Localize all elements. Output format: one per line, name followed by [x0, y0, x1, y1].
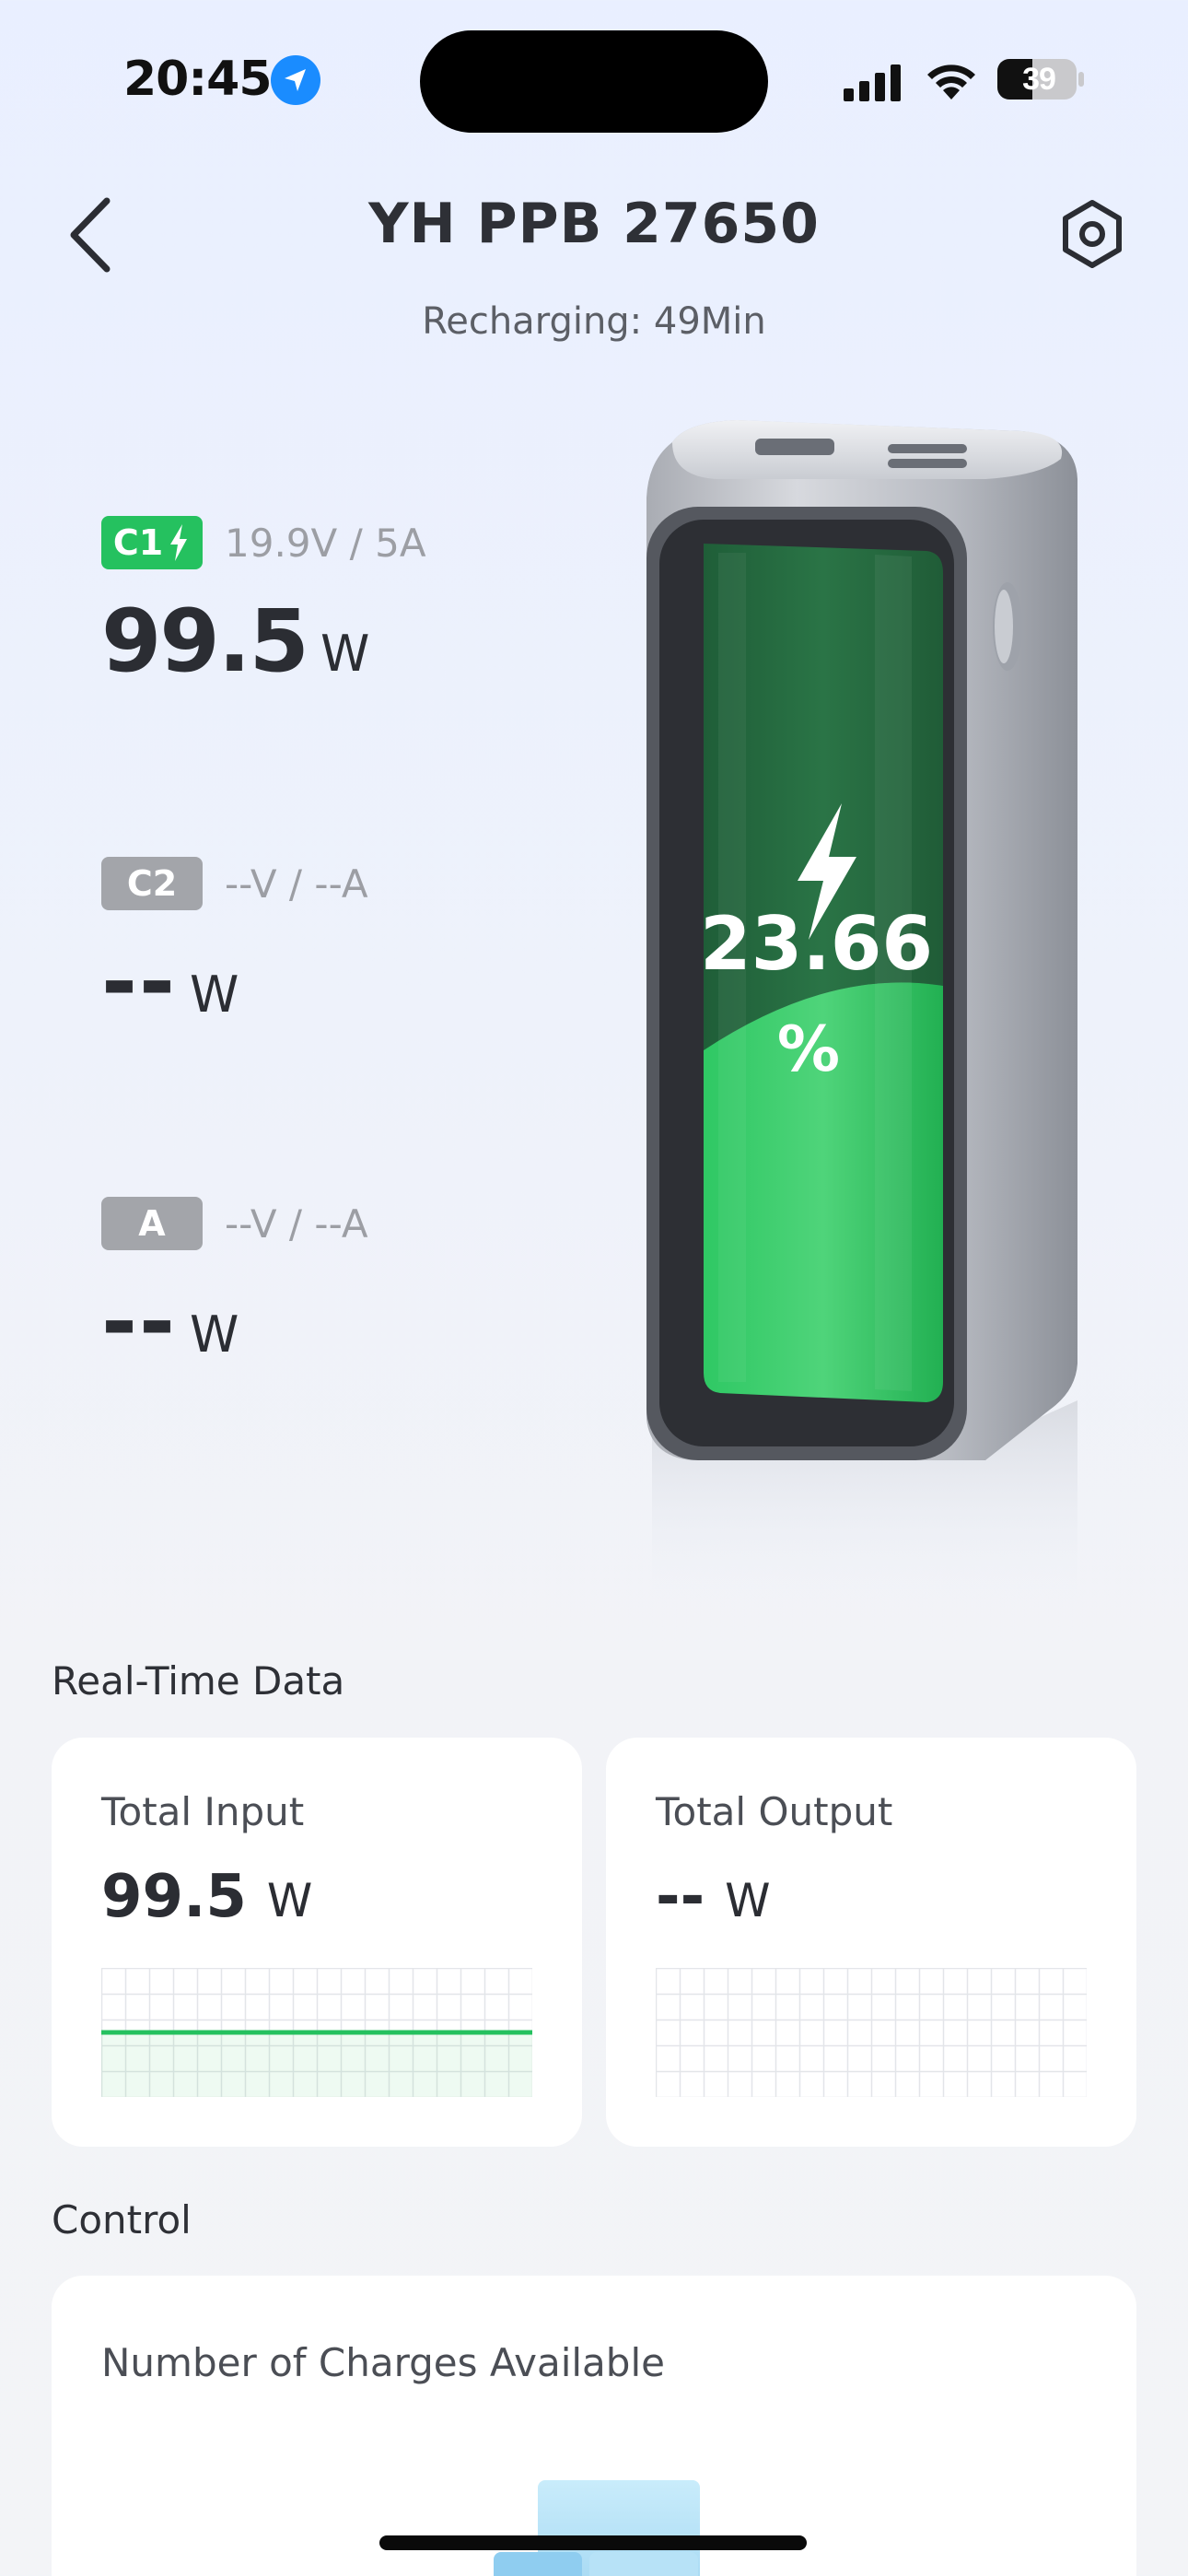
port-badge-c2: C2 — [101, 857, 203, 910]
port-name: C2 — [126, 863, 178, 904]
location-arrow-icon — [271, 55, 320, 105]
port-power-value: -- — [101, 1272, 178, 1373]
port-badge-c1: C1 — [101, 516, 203, 569]
home-indicator[interactable] — [379, 2535, 807, 2550]
power-bank-illustration — [646, 420, 1077, 1603]
recharge-status: Recharging: 49Min — [422, 300, 766, 343]
status-bar: 20:45 39 — [0, 0, 1188, 157]
input-trend-chart — [101, 1968, 532, 2097]
battery-percent-sign: % — [776, 1013, 841, 1086]
total-output-card[interactable]: Total Output -- W — [606, 1738, 1136, 2147]
port-power-value: -- — [101, 932, 178, 1033]
card-value: -- — [656, 1863, 705, 1931]
settings-button[interactable] — [1055, 197, 1129, 271]
port-power-unit: W — [190, 966, 239, 1024]
cellular-signal-icon — [844, 64, 901, 101]
trend-area — [101, 2032, 532, 2097]
card-unit: W — [266, 1874, 313, 1927]
port-a: A --V / --A -- W — [101, 1197, 617, 1373]
charging-bolt-icon — [170, 524, 188, 561]
wifi-icon — [927, 64, 975, 100]
port-power-value: 99.5 — [101, 591, 309, 692]
output-trend-chart — [656, 1968, 1087, 2097]
section-title-control: Control — [52, 2197, 192, 2242]
port-power-unit: W — [320, 625, 370, 683]
port-name: A — [138, 1203, 166, 1244]
charges-available-card: Number of Charges Available — [52, 2276, 1136, 2576]
section-title-realtime: Real-Time Data — [52, 1658, 345, 1704]
port-spec: --V / --A — [225, 861, 368, 907]
dynamic-island — [420, 30, 768, 133]
card-label: Total Input — [101, 1789, 305, 1834]
total-input-card[interactable]: Total Input 99.5 W — [52, 1738, 582, 2147]
card-unit: W — [725, 1874, 771, 1927]
status-time: 20:45 — [123, 52, 273, 107]
page-title: YH PPB 27650 — [368, 192, 820, 256]
port-name: C1 — [112, 522, 164, 563]
port-spec: 19.9V / 5A — [225, 520, 426, 566]
port-power-unit: W — [190, 1306, 239, 1364]
port-c2: C2 --V / --A -- W — [101, 857, 617, 1033]
port-badge-a: A — [101, 1197, 203, 1250]
charges-label: Number of Charges Available — [101, 2340, 665, 2385]
charges-graphic — [494, 2480, 700, 2576]
battery-percent: 23.66 — [700, 901, 934, 987]
battery-level-text: 39 — [1022, 61, 1056, 97]
card-value: 99.5 — [101, 1863, 247, 1931]
port-spec: --V / --A — [225, 1200, 368, 1247]
card-label: Total Output — [656, 1789, 893, 1834]
port-c1: C1 19.9V / 5A 99.5 W — [101, 516, 617, 692]
